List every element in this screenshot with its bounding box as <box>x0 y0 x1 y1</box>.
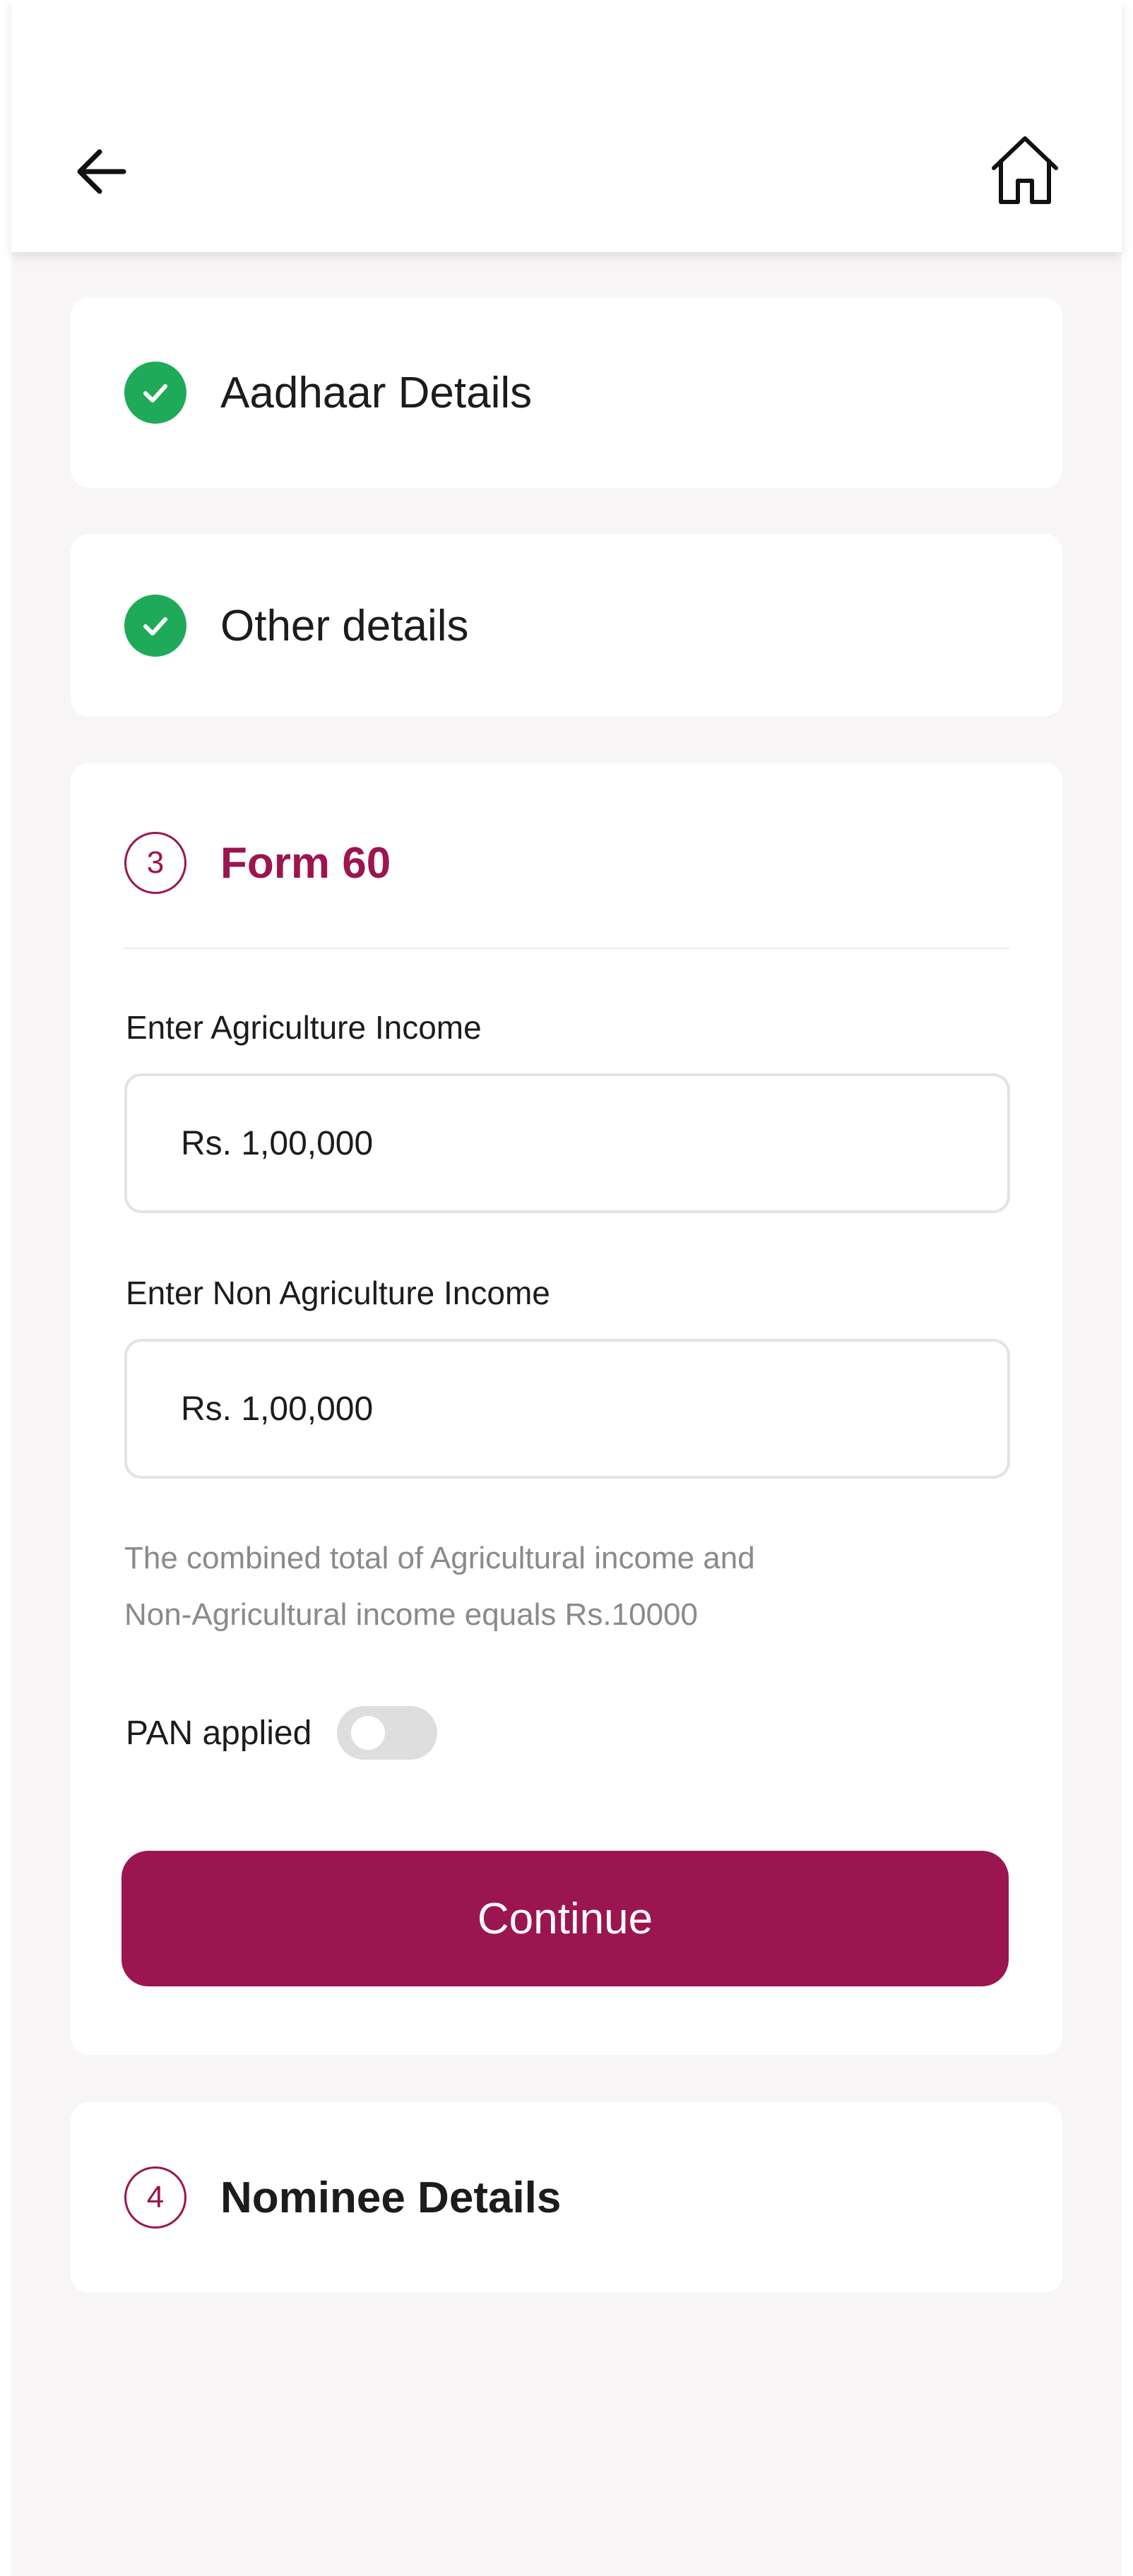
step-title: Form 60 <box>220 838 391 888</box>
step-card-aadhaar-details[interactable]: Aadhaar Details <box>71 297 1062 488</box>
non-agriculture-income-input[interactable]: Rs. 1,00,000 <box>124 1339 1010 1479</box>
step-card-other-details[interactable]: Other details <box>71 534 1062 717</box>
app-screen: Aadhaar Details Other details 3 Form 60 … <box>11 0 1122 2576</box>
toggle-knob <box>351 1716 386 1750</box>
income-helper-text: The combined total of Agricultural incom… <box>124 1530 1010 1643</box>
home-icon <box>988 134 1062 211</box>
divider <box>124 948 1010 949</box>
back-button[interactable] <box>65 141 136 205</box>
continue-button[interactable]: Continue <box>121 1851 1009 1986</box>
arrow-left-icon <box>74 148 126 198</box>
step-title: Nominee Details <box>220 2173 562 2222</box>
pan-applied-row: PAN applied <box>126 1706 438 1760</box>
step-header: 4 Nominee Details <box>124 2166 561 2229</box>
step-card-form-60: 3 Form 60 Enter Agriculture Income Rs. 1… <box>71 763 1062 2055</box>
step-number-badge: 3 <box>124 832 186 894</box>
helper-line: Non-Agricultural income equals Rs.10000 <box>124 1597 698 1632</box>
step-header: Aadhaar Details <box>124 362 532 424</box>
step-number-badge: 4 <box>124 2166 186 2229</box>
helper-line: The combined total of Agricultural incom… <box>124 1541 755 1575</box>
top-app-bar <box>11 0 1122 252</box>
step-card-nominee-details[interactable]: 4 Nominee Details <box>71 2102 1062 2293</box>
pan-applied-toggle[interactable] <box>337 1706 438 1760</box>
check-icon <box>124 362 186 424</box>
agriculture-income-input[interactable]: Rs. 1,00,000 <box>124 1073 1010 1213</box>
step-title: Aadhaar Details <box>220 368 533 417</box>
home-button[interactable] <box>979 129 1071 217</box>
agriculture-income-label: Enter Agriculture Income <box>126 1009 482 1046</box>
non-agriculture-income-label: Enter Non Agriculture Income <box>126 1275 550 1311</box>
step-header: Other details <box>124 595 469 657</box>
step-title: Other details <box>220 601 469 650</box>
step-header: 3 Form 60 <box>124 832 391 894</box>
pan-applied-label: PAN applied <box>126 1714 312 1752</box>
check-icon <box>124 595 186 657</box>
